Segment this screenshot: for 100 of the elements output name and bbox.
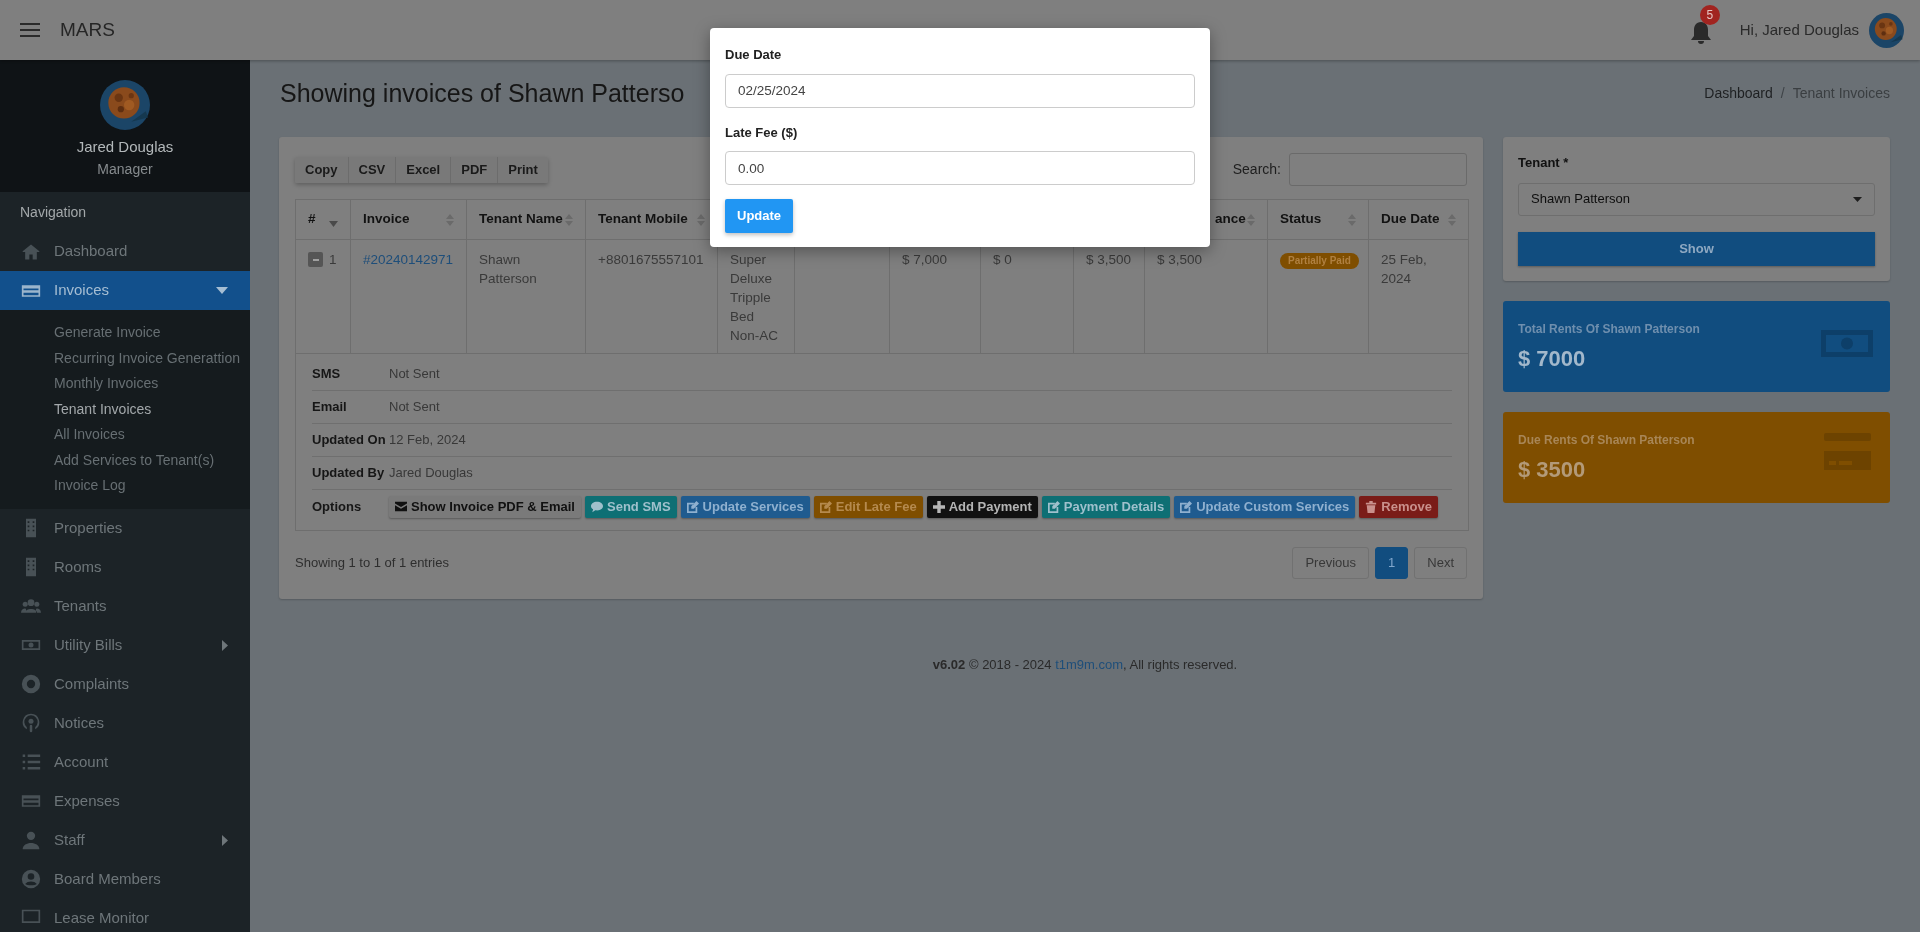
nav-item[interactable]: Tenants xyxy=(0,586,250,626)
sort-icon[interactable] xyxy=(697,213,705,226)
caret-down-icon xyxy=(216,287,228,294)
stat-title: Due Rents Of Shawn Patterson xyxy=(1518,431,1696,449)
table-cell: Super Deluxe Tripple Bed Non-AC xyxy=(730,252,778,343)
submenu-item[interactable]: Add Services to Tenant(s) xyxy=(0,447,250,473)
submenu-item[interactable]: Monthly Invoices xyxy=(0,371,250,397)
user-icon xyxy=(20,830,42,850)
users-icon xyxy=(20,596,42,616)
menu-icon[interactable] xyxy=(20,22,40,38)
table-cell: 25 Feb, 2024 xyxy=(1381,252,1427,286)
option-button[interactable]: Send SMS xyxy=(585,496,677,518)
option-button[interactable]: Update Custom Services xyxy=(1174,496,1356,518)
detail-value: Not Sent xyxy=(389,398,440,417)
detail-label: Email xyxy=(312,398,348,417)
submenu-item[interactable]: Invoice Log xyxy=(0,473,250,499)
edit-icon xyxy=(686,501,699,513)
submenu-item[interactable]: Generate Invoice xyxy=(0,320,250,346)
page-title: Showing invoices of Shawn Patterso xyxy=(280,77,685,109)
update-button[interactable]: Update xyxy=(725,199,794,233)
nav-item[interactable]: Notices xyxy=(0,703,250,743)
nav-item[interactable]: Board Members xyxy=(0,859,250,899)
bell-icon[interactable] xyxy=(1689,21,1712,45)
table-info: Showing 1 to 1 of 1 entries xyxy=(295,554,449,573)
export-button[interactable]: CSV xyxy=(347,156,396,183)
table-cell: +8801675557101 xyxy=(598,252,704,267)
option-button[interactable]: Edit Late Fee xyxy=(813,496,923,518)
option-button[interactable]: Add Payment xyxy=(926,496,1038,518)
submenu-item[interactable]: All Invoices xyxy=(0,422,250,448)
column-header[interactable]: ance xyxy=(1215,209,1246,230)
edit-icon xyxy=(1180,501,1193,513)
trash-icon xyxy=(1365,501,1378,513)
collapse-toggle[interactable] xyxy=(308,252,323,267)
detail-value: Jared Douglas xyxy=(389,464,473,483)
date-field[interactable]: 02/25/2024 xyxy=(725,73,1195,108)
table-cell: $ 3,500 xyxy=(1086,252,1132,267)
field-label: Tenant * xyxy=(1518,154,1570,172)
breadcrumb-item[interactable]: Dashboard xyxy=(1704,83,1773,104)
nav-heading: Navigation xyxy=(19,202,88,222)
edit-icon xyxy=(819,501,832,513)
nav-item[interactable]: Dashboard xyxy=(0,232,250,271)
nav-item[interactable]: Utility Bills xyxy=(0,625,250,665)
profile-name: Jared Douglas xyxy=(76,137,174,157)
table-cell: $ 7,000 xyxy=(902,252,948,267)
app-title: MARS xyxy=(60,17,115,42)
input-field[interactable]: 0.00 xyxy=(725,151,1195,185)
speech-bubble-icon xyxy=(591,501,603,513)
profile-role: Manager xyxy=(97,159,153,179)
nav-item[interactable]: Staff xyxy=(0,820,250,860)
notification-badge: 5 xyxy=(1699,5,1720,25)
page-button[interactable]: Next xyxy=(1414,547,1467,579)
stat-value: $ 7000 xyxy=(1518,344,1587,373)
nav-item[interactable]: Properties xyxy=(0,508,250,548)
submenu-item[interactable]: Tenant Invoices xyxy=(0,396,250,422)
list-icon xyxy=(20,752,42,772)
option-button[interactable]: Show Invoice PDF & Email xyxy=(389,496,581,518)
user-greeting[interactable]: Hi, Jared Douglas xyxy=(1739,18,1859,42)
life-ring-icon xyxy=(20,674,42,694)
table-cell-text: 1 xyxy=(329,251,337,269)
submenu-item[interactable]: Recurring Invoice Generattion xyxy=(0,345,250,371)
nav-item[interactable]: Expenses xyxy=(0,781,250,821)
sort-desc-icon[interactable] xyxy=(329,220,338,227)
field-label: Late Fee ($) xyxy=(725,123,799,142)
search-label: Search: xyxy=(1232,160,1281,179)
minus-icon xyxy=(312,258,319,261)
export-button[interactable]: Copy xyxy=(295,156,348,183)
stat-title: Total Rents Of Shawn Patterson xyxy=(1518,320,1701,338)
column-header[interactable]: # xyxy=(308,209,316,230)
export-button[interactable]: Print xyxy=(497,156,548,183)
caret-down-icon xyxy=(1853,196,1862,202)
invoice-link[interactable]: #20240142971 xyxy=(363,252,454,267)
nav-item[interactable]: Rooms xyxy=(0,547,250,587)
nav-item[interactable]: Complaints xyxy=(0,664,250,704)
export-button[interactable]: PDF xyxy=(450,156,498,183)
export-button[interactable]: Excel xyxy=(395,156,451,183)
page-button[interactable]: 1 xyxy=(1375,547,1409,579)
option-button[interactable]: Remove xyxy=(1359,496,1438,518)
table-cell: $ 3,500 xyxy=(1157,252,1203,267)
detail-label: Options xyxy=(312,498,363,516)
nav-item[interactable]: Lease Monitor xyxy=(0,898,250,932)
detail-label: Updated On xyxy=(312,431,387,450)
tenant-select[interactable]: Shawn Patterson xyxy=(1518,182,1875,216)
show-button[interactable]: Show xyxy=(1518,231,1875,266)
field-label: Due Date xyxy=(725,46,783,64)
envelope-icon xyxy=(395,501,407,513)
footer-text: v6.02 © 2018 - 2024 t1m9m.com, All rights reserved. xyxy=(931,656,1239,674)
page-button[interactable]: Previous xyxy=(1292,547,1370,579)
nav-item[interactable]: Account xyxy=(0,742,250,782)
nav-item[interactable]: Invoices xyxy=(0,271,250,310)
plus-icon xyxy=(932,501,945,513)
breadcrumb-separator: / xyxy=(1780,84,1785,103)
option-button[interactable]: Payment Details xyxy=(1041,496,1171,518)
stat-value: $ 3500 xyxy=(1518,455,1587,484)
option-button[interactable]: Update Services xyxy=(680,496,810,518)
detail-value: 12 Feb, 2024 xyxy=(389,431,466,450)
edit-icon xyxy=(1047,501,1060,513)
detail-label: SMS xyxy=(312,365,342,384)
table-cell: Shawn Patterson xyxy=(479,252,537,286)
status-badge: Partially Paid xyxy=(1280,253,1359,269)
caret-right-icon xyxy=(222,834,228,846)
